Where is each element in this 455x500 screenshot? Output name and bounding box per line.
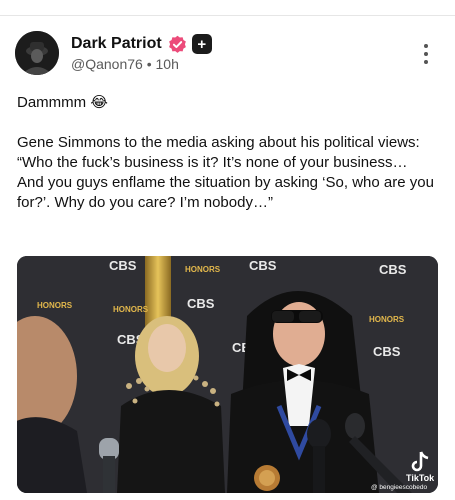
post-timestamp[interactable]: 10h (156, 56, 179, 72)
honors-mark-1: HONORS (37, 301, 73, 310)
backdrop-brand-5: CBS (187, 296, 215, 311)
author-avatar[interactable] (15, 31, 59, 75)
honors-mark-4: HONORS (369, 315, 405, 324)
backdrop-brand-2: CBS (249, 258, 277, 273)
meta-separator: • (146, 56, 152, 72)
top-divider (0, 15, 455, 16)
post-text: Dammmm 😂 Gene Simmons to the media askin… (17, 93, 437, 213)
post-text-line1: Dammmm 😂 (17, 94, 108, 111)
plus-badge-icon: + (191, 34, 212, 54)
watermark-brand: TikTok (406, 473, 435, 483)
author-meta: @Qanon76 • 10h (71, 56, 179, 72)
author-name-row: Dark Patriot + (71, 33, 212, 55)
author-display-name[interactable]: Dark Patriot (71, 35, 162, 53)
avatar-image (15, 31, 59, 75)
author-handle[interactable]: @Qanon76 (71, 56, 143, 72)
more-options-icon[interactable] (419, 44, 433, 64)
backdrop-brand-3: CBS (379, 262, 407, 277)
post-media-video[interactable]: CBS CBS CBS CBS CBS CBS CBS HONORS HONOR… (17, 256, 438, 493)
backdrop-brand-6: CBS (373, 344, 401, 359)
honors-mark-2: HONORS (113, 305, 149, 314)
watermark-username: @ bengieescobedo (371, 484, 427, 491)
honors-mark-3: HONORS (185, 265, 221, 274)
post-text-body: Gene Simmons to the media asking about h… (17, 134, 434, 211)
backdrop-brand-1: CBS (109, 258, 137, 273)
video-frame: CBS CBS CBS CBS CBS CBS CBS HONORS HONOR… (17, 256, 438, 493)
verified-badge-icon (168, 35, 186, 53)
